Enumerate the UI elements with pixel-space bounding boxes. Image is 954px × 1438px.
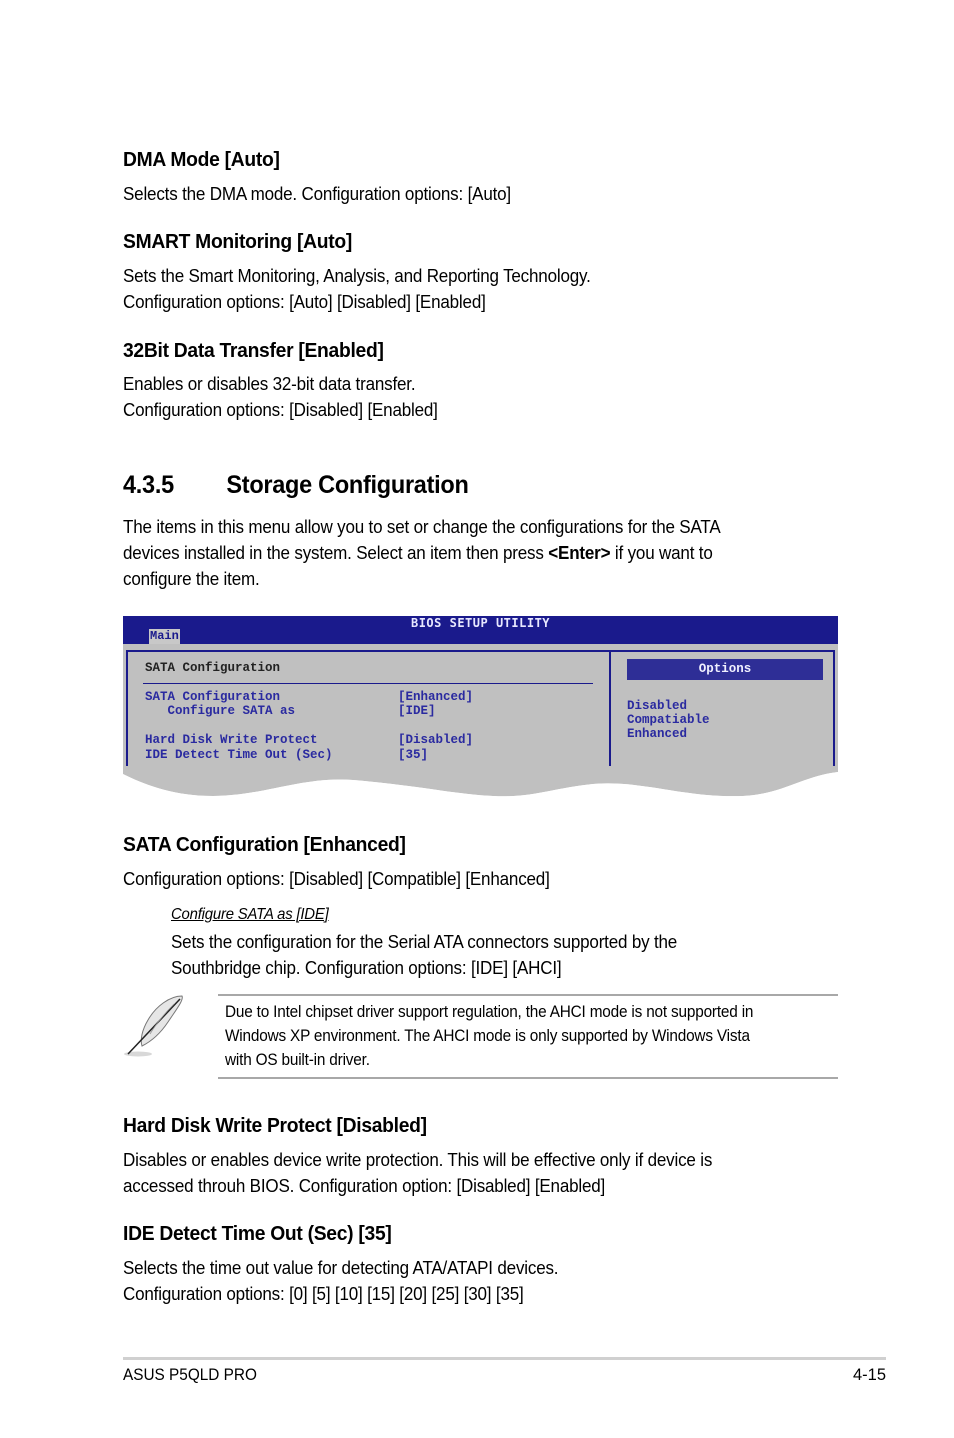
text-hdd-write-protect-1: Disables or enables device write protect… <box>123 1149 713 1170</box>
note-line: Due to Intel chipset driver support regu… <box>225 1003 754 1021</box>
text-sata-config: Configuration options: [Disabled] [Compa… <box>123 868 550 889</box>
intro-line-1: The items in this menu allow you to set … <box>123 516 721 537</box>
bios-item-value[interactable]: [Enhanced] <box>398 690 473 704</box>
bios-option[interactable]: Disabled <box>627 699 687 713</box>
bios-item-label[interactable]: SATA Configuration <box>145 690 280 704</box>
heading-smart-monitoring: SMART Monitoring [Auto] <box>123 230 352 253</box>
footer-page-number: 4-15 <box>852 1366 886 1384</box>
torn-edge <box>123 766 838 806</box>
intro-text: devices installed in the system. Select … <box>123 542 549 563</box>
text-32bit-transfer-1: Enables or disables 32-bit data transfer… <box>123 373 416 394</box>
text-smart-monitoring-2: Configuration options: [Auto] [Disabled]… <box>123 291 486 312</box>
bios-item-label[interactable]: IDE Detect Time Out (Sec) <box>145 748 333 762</box>
note-line: with OS built-in driver. <box>225 1051 370 1069</box>
bios-options-heading: Options <box>627 659 823 680</box>
feather-pen-icon <box>124 995 183 1057</box>
text-smart-monitoring-1: Sets the Smart Monitoring, Analysis, and… <box>123 265 591 286</box>
note-text: Due to Intel chipset driver support regu… <box>225 1000 753 1072</box>
bios-title: BIOS SETUP UTILITY <box>410 616 551 630</box>
footer-rule <box>123 1357 886 1360</box>
text-dma-mode: Selects the DMA mode. Configuration opti… <box>123 183 511 204</box>
bios-divider <box>143 683 593 684</box>
text-ide-timeout-1: Selects the time out value for detecting… <box>123 1257 559 1278</box>
section-number: 4.3.5 <box>123 471 174 499</box>
bios-item-label[interactable]: Hard Disk Write Protect <box>145 733 318 747</box>
bios-options-panel: Options Disabled Compatiable Enhanced <box>609 650 835 772</box>
bios-option[interactable]: Compatiable <box>627 713 710 727</box>
bios-body: SATA Configuration SATA Configuration [E… <box>123 644 838 772</box>
text-configure-sata-1: Sets the configuration for the Serial AT… <box>171 931 678 952</box>
intro-line-2: devices installed in the system. Select … <box>123 540 713 566</box>
text-ide-timeout-2: Configuration options: [0] [5] [10] [15]… <box>123 1283 524 1304</box>
note-rule-top <box>218 994 838 996</box>
bios-item-value[interactable]: [IDE] <box>398 704 436 718</box>
bios-title-bar: BIOS SETUP UTILITY Main <box>123 616 838 644</box>
heading-hdd-write-protect: Hard Disk Write Protect [Disabled] <box>123 1114 427 1137</box>
subheading-configure-sata: Configure SATA as [IDE] <box>171 906 329 923</box>
bios-main-panel: SATA Configuration SATA Configuration [E… <box>126 650 611 772</box>
text-32bit-transfer-2: Configuration options: [Disabled] [Enabl… <box>123 399 438 420</box>
section-title: 4.3.5 Storage Configuration <box>123 471 469 500</box>
intro-line-3: configure the item. <box>123 568 260 589</box>
bios-screenshot: BIOS SETUP UTILITY Main SATA Configurati… <box>123 616 838 806</box>
bios-tab-main[interactable]: Main <box>149 629 180 644</box>
bios-item-label[interactable]: Configure SATA as <box>145 704 296 718</box>
heading-sata-config: SATA Configuration [Enhanced] <box>123 833 406 856</box>
enter-key-label: <Enter> <box>548 542 611 563</box>
heading-ide-timeout: IDE Detect Time Out (Sec) [35] <box>123 1222 392 1245</box>
bios-item-value[interactable]: [Disabled] <box>398 733 473 747</box>
intro-text: if you want to <box>610 542 713 563</box>
bios-item-value[interactable]: [35] <box>398 748 428 762</box>
section-title-text: Storage Configuration <box>226 471 469 499</box>
heading-dma-mode: DMA Mode [Auto] <box>123 148 280 171</box>
text-hdd-write-protect-2: accessed throuh BIOS. Configuration opti… <box>123 1175 606 1196</box>
text-configure-sata-2: Southbridge chip. Configuration options:… <box>171 957 562 978</box>
bios-panel-heading: SATA Configuration <box>145 661 281 675</box>
bios-option[interactable]: Enhanced <box>627 727 687 741</box>
note-rule-bottom <box>218 1077 838 1079</box>
heading-32bit-transfer: 32Bit Data Transfer [Enabled] <box>123 339 384 362</box>
note-line: Windows XP environment. The AHCI mode is… <box>225 1027 750 1045</box>
footer-product: ASUS P5QLD PRO <box>123 1366 257 1384</box>
